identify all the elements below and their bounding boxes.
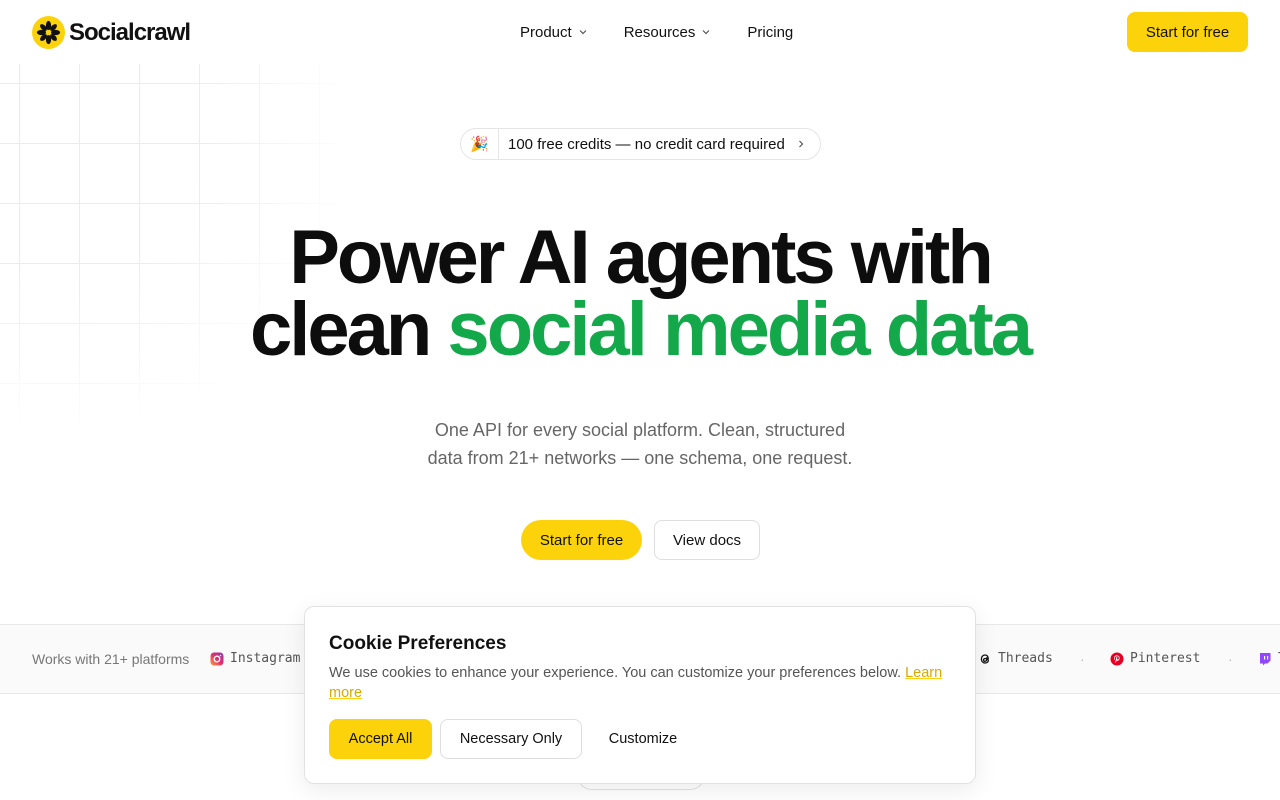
- logo[interactable]: Socialcrawl: [32, 16, 191, 49]
- free-credits-badge[interactable]: 🎉 100 free credits — no credit card requ…: [460, 128, 821, 160]
- separator-dot: ·: [1080, 651, 1085, 667]
- headline-plain: clean: [249, 287, 432, 372]
- necessary-only-button[interactable]: Necessary Only: [440, 719, 582, 759]
- accept-all-button[interactable]: Accept All: [329, 719, 432, 759]
- headline-line-2: clean social media data: [0, 292, 1280, 368]
- platforms-label: Works with 21+ platforms: [32, 651, 190, 667]
- brand-name: Socialcrawl: [69, 18, 191, 46]
- pinterest-icon: [1110, 652, 1124, 665]
- chevron-down-icon: [702, 30, 710, 35]
- platform-twitch: T: [1258, 651, 1280, 666]
- separator-dot: ·: [1228, 651, 1233, 667]
- chevron-right-icon: [799, 140, 804, 148]
- site-header: Socialcrawl Product Resources Pricing St…: [0, 0, 1280, 64]
- chevron-down-icon: [579, 30, 587, 35]
- hero-start-button[interactable]: Start for free: [521, 520, 642, 560]
- main-nav: Product Resources Pricing: [520, 22, 793, 42]
- cookie-dialog: Cookie Preferences We use cookies to enh…: [304, 606, 976, 784]
- header-start-button[interactable]: Start for free: [1127, 12, 1248, 52]
- platform-name: Instagram: [230, 651, 301, 666]
- cookie-title: Cookie Preferences: [329, 633, 507, 654]
- platform-pinterest: Pinterest: [1110, 651, 1200, 666]
- headline-accent: social media data: [447, 287, 1033, 372]
- party-icon: 🎉: [461, 129, 499, 159]
- headline-line-1: Power AI agents with: [289, 215, 994, 300]
- customize-button[interactable]: Customize: [590, 719, 696, 759]
- platform-instagram: Instagram: [210, 651, 300, 666]
- socialcrawl-logo-icon: [32, 16, 65, 49]
- instagram-icon: [210, 652, 224, 665]
- cookie-text: We use cookies to enhance your experienc…: [329, 665, 902, 681]
- nav-item-label: Product: [520, 23, 572, 41]
- nav-item-label: Pricing: [747, 23, 794, 41]
- platform-name: Pinterest: [1130, 651, 1201, 666]
- platform-threads: Threads: [978, 651, 1053, 666]
- cookie-description: We use cookies to enhance your experienc…: [329, 663, 959, 703]
- badge-text: 100 free credits — no credit card requir…: [508, 135, 785, 153]
- subtitle-line-1: One API for every social platform. Clean…: [434, 420, 846, 440]
- twitch-icon: [1260, 652, 1271, 665]
- nav-item-product[interactable]: Product: [520, 22, 588, 42]
- threads-icon: [980, 653, 989, 664]
- nav-item-pricing[interactable]: Pricing: [747, 22, 793, 42]
- subtitle-line-2: data from 21+ networks — one schema, one…: [427, 448, 853, 468]
- view-docs-button[interactable]: View docs: [654, 520, 760, 560]
- nav-item-label: Resources: [623, 23, 696, 41]
- platform-name: Threads: [998, 651, 1053, 666]
- nav-item-resources[interactable]: Resources: [624, 22, 712, 42]
